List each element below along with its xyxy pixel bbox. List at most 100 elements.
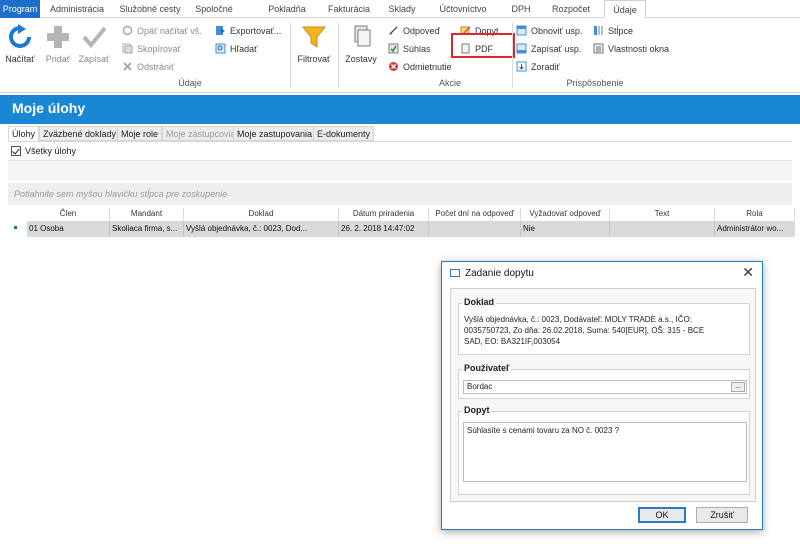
column-header-pocet-dni[interactable]: Počet dní na odpoveď: [429, 208, 521, 220]
cell-text: [610, 221, 715, 237]
layout-save-icon: [516, 43, 527, 54]
doklad-text: Vyšlá objednávka, č.: 0023, Dodávateľ: M…: [464, 315, 705, 346]
pouzivatel-fieldset: Používateľ Bordac ...: [458, 363, 750, 399]
vlastnosti-okna-button[interactable]: Vlastnosti okna: [593, 42, 669, 57]
subtab-moje-zastupcovia[interactable]: Moje zástupcovia: [162, 126, 240, 141]
column-header-datum[interactable]: Dátum priradenia: [339, 208, 429, 220]
group-label-akcie: Akcie: [438, 78, 461, 88]
tab-uctovnictvo[interactable]: Účtovníctvo: [432, 0, 494, 18]
checkmark-icon: [82, 26, 107, 49]
hladat-button[interactable]: Hľadať: [215, 42, 258, 57]
filter-panel: [8, 160, 792, 180]
ribbon: Načítať Pridať Zapísať Opäť načítať vš. …: [0, 18, 800, 93]
column-header-rola[interactable]: Rola: [715, 208, 795, 220]
tab-dph[interactable]: DPH: [506, 0, 536, 18]
filtrovat-button[interactable]: Filtrovať: [294, 24, 334, 76]
close-icon[interactable]: ✕: [742, 264, 754, 281]
sort-icon: [516, 61, 527, 72]
dopyt-fieldset: Dopyt Súhlasíte s cenami tovaru za NO č.…: [458, 405, 750, 495]
tab-sklady[interactable]: Sklady: [384, 0, 420, 18]
column-header-doklad[interactable]: Doklad: [184, 208, 339, 220]
opat-nacitat-button[interactable]: Opäť načítať vš.: [122, 24, 202, 39]
dialog-body: Doklad Vyšlá objednávka, č.: 0023, Dodáv…: [450, 288, 756, 502]
group-label-udaje: Údaje: [178, 78, 202, 88]
zadanie-dopytu-dialog: Zadanie dopytu ✕ Doklad Vyšlá objednávka…: [441, 261, 763, 530]
column-header-text[interactable]: Text: [610, 208, 715, 220]
zoradit-button[interactable]: Zoradiť: [516, 60, 560, 75]
ribbon-separator: [512, 22, 513, 88]
browse-user-button[interactable]: ...: [731, 382, 745, 392]
obnovit-usp-button[interactable]: Obnoviť usp.: [516, 24, 582, 39]
tab-udaje[interactable]: Údaje: [604, 0, 646, 19]
subtab-moje-role[interactable]: Moje role: [117, 126, 163, 141]
ribbon-separator: [338, 22, 339, 88]
page-title: Moje úlohy: [12, 100, 86, 116]
zostavy-button[interactable]: Zostavy: [342, 24, 380, 76]
columns-icon: [594, 26, 603, 35]
group-by-area[interactable]: Potiahnite sem myšou hlavičku stĺpca pre…: [8, 183, 792, 205]
subtab-moje-zastupovania[interactable]: Moje zastupovania: [233, 126, 317, 141]
odmietnutie-button[interactable]: Odmietnutie: [388, 60, 452, 75]
cell-mandant: Skoliaca firma, s...: [110, 221, 184, 237]
column-header-mandant[interactable]: Mandant: [110, 208, 184, 220]
cell-rola: Administrátor wo...: [717, 224, 784, 233]
reports-icon: [354, 25, 371, 47]
pouzivatel-label: Používateľ: [462, 363, 512, 373]
odpoved-button[interactable]: Odpoveď: [388, 24, 440, 39]
suhlas-button[interactable]: Súhlas: [388, 42, 431, 57]
row-indicator: [14, 226, 17, 229]
window-icon: [450, 269, 460, 277]
window-properties-icon: [593, 43, 604, 54]
stlpce-button[interactable]: Stĺpce: [593, 24, 633, 39]
tab-administracia[interactable]: Administrácia: [44, 0, 110, 18]
vsetky-ulohy-checkbox[interactable]: Všetky úlohy: [11, 146, 76, 156]
pridat-button[interactable]: Pridať: [40, 24, 76, 76]
approve-icon: [388, 43, 399, 54]
tab-rozpocet[interactable]: Rozpočet: [546, 0, 596, 18]
cell-pocet-dni: [429, 221, 521, 237]
delete-icon: [123, 62, 132, 71]
subtab-e-dokumenty[interactable]: E-dokumenty: [313, 126, 375, 141]
checkbox-box: [11, 146, 21, 156]
zapisat-button[interactable]: Zapísať: [76, 24, 112, 76]
tab-sluzobne-cesty[interactable]: Služobné cesty: [114, 0, 186, 18]
dialog-title: Zadanie dopytu: [450, 268, 534, 279]
copy-icon: [122, 43, 133, 54]
reject-icon: [389, 62, 398, 71]
dopyt-label: Dopyt: [462, 405, 492, 415]
tab-program[interactable]: Program: [0, 0, 40, 18]
cell-doklad: Vyšlá objednávka, č.: 0023, Dod...: [184, 221, 339, 237]
subtab-zvazbene-doklady[interactable]: Zväzbené doklady: [39, 126, 121, 141]
group-label-prisposobenie: Prispôsobenie: [566, 78, 624, 88]
table-row[interactable]: 01 Osoba Skoliaca firma, s... Vyšlá obje…: [27, 221, 795, 237]
column-header-clen[interactable]: Člen: [27, 208, 110, 220]
cell-datum: 26. 2. 2018 14:47:02: [339, 221, 429, 237]
nacitat-button[interactable]: Načítať: [2, 24, 38, 76]
odstranit-button[interactable]: Odstrániť: [122, 60, 174, 75]
doklad-fieldset: Doklad Vyšlá objednávka, č.: 0023, Dodáv…: [458, 297, 750, 355]
dopyt-highlight-box: [451, 33, 515, 58]
find-icon: [215, 43, 226, 54]
doklad-label: Doklad: [462, 297, 497, 307]
layout-icon: [516, 25, 527, 36]
export-icon: [216, 26, 225, 35]
filter-icon: [301, 26, 327, 48]
skopirovat-button[interactable]: Skopírovať: [122, 42, 181, 57]
pouzivatel-field[interactable]: Bordac ...: [463, 380, 747, 394]
ok-button[interactable]: OK: [638, 507, 686, 523]
subtab-divider: [8, 141, 792, 142]
exportovat-button[interactable]: Exportovať...: [215, 24, 281, 39]
tab-fakturacia[interactable]: Fakturácia: [320, 0, 378, 18]
reload-icon: [122, 25, 133, 36]
column-header-vyzadovat[interactable]: Vyžadovať odpoveď: [521, 208, 610, 220]
ribbon-separator: [290, 22, 291, 88]
zapisat-usp-button[interactable]: Zapísať usp.: [516, 42, 581, 57]
dopyt-textarea[interactable]: Súhlasíte s cenami tovaru za NO č. 0023 …: [463, 422, 747, 482]
cancel-button[interactable]: Zrušiť: [696, 507, 748, 523]
grid-header: Člen Mandant Doklad Dátum priradenia Poč…: [27, 208, 795, 220]
tab-pokladna[interactable]: Pokladňa: [262, 0, 312, 18]
subtab-ulohy[interactable]: Úlohy: [8, 126, 40, 141]
plus-icon: [47, 26, 69, 48]
cell-vyzadovat: Nie: [521, 221, 610, 237]
tab-spolocne[interactable]: Spoločné: [190, 0, 238, 18]
